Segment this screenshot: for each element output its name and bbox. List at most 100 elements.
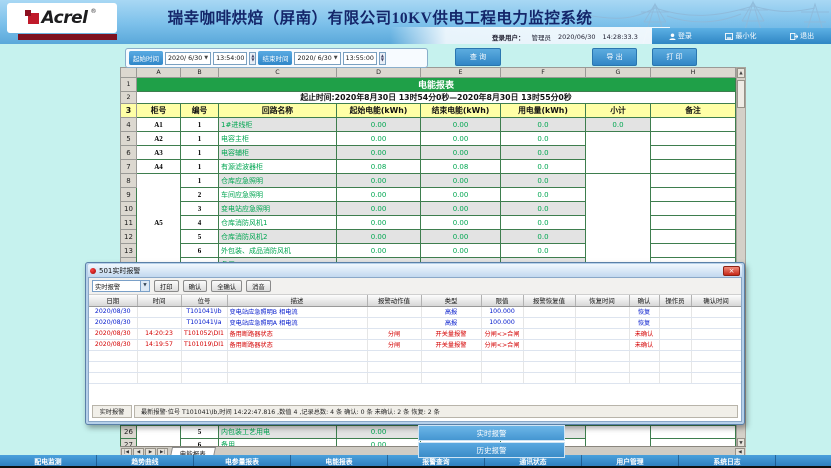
- subtotal-merged-cell[interactable]: [586, 132, 651, 174]
- bottom-nav-item-2[interactable]: 电参量报表: [194, 455, 291, 466]
- end-energy-cell[interactable]: 0.08: [421, 160, 501, 174]
- circuit-name-cell[interactable]: 1#进线柜: [219, 118, 337, 132]
- cabinet-cell[interactable]: A4: [137, 160, 181, 174]
- circuit-number-cell[interactable]: 1: [181, 160, 219, 174]
- alarm-col-header-9[interactable]: 确认: [629, 295, 659, 306]
- grid-corner-cell[interactable]: [121, 68, 137, 78]
- report-col-header-1[interactable]: 编号: [181, 104, 219, 118]
- usage-cell[interactable]: 0.0: [501, 202, 586, 216]
- start-time-stepper[interactable]: ▲▼: [249, 52, 256, 65]
- alarm-filter-dropdown[interactable]: 实时报警 ▼: [92, 280, 150, 292]
- usage-cell[interactable]: 0.0: [501, 188, 586, 202]
- cabinet-cell[interactable]: A1: [137, 118, 181, 132]
- report-col-header-2[interactable]: 回路名称: [219, 104, 337, 118]
- end-time-stepper[interactable]: ▲▼: [379, 52, 386, 65]
- remark-cell[interactable]: [651, 244, 736, 258]
- end-date-field[interactable]: 2020/ 6/30▼: [294, 52, 340, 65]
- circuit-name-cell[interactable]: 电容主柜: [219, 132, 337, 146]
- report-col-header-4[interactable]: 结束电能(kWh): [421, 104, 501, 118]
- circuit-name-cell[interactable]: 内包装工艺用电: [219, 426, 337, 439]
- alarm-row-2[interactable]: 2020/08/3014:20:23T101052\DI1备用断路器状态分闸开关…: [89, 328, 741, 339]
- report-col-header-3[interactable]: 起始电能(kWh): [337, 104, 421, 118]
- alarm-col-header-10[interactable]: 操作员: [659, 295, 691, 306]
- end-energy-cell[interactable]: 0.00: [421, 202, 501, 216]
- circuit-number-cell[interactable]: 1: [181, 118, 219, 132]
- start-energy-cell[interactable]: 0.08: [337, 160, 421, 174]
- minimize-button[interactable]: 最小化: [725, 31, 756, 41]
- alarm-col-header-7[interactable]: 报警恢复值: [523, 295, 575, 306]
- row-number[interactable]: 12: [121, 230, 137, 244]
- usage-cell[interactable]: 0.0: [501, 216, 586, 230]
- alarm-row-0[interactable]: 2020/08/30T101041\Ib变电站应急照明B 相电流高报100.00…: [89, 306, 741, 317]
- column-letter-H[interactable]: H: [651, 68, 736, 78]
- export-button[interactable]: 导 出: [592, 48, 637, 66]
- column-letter-G[interactable]: G: [586, 68, 651, 78]
- remark-cell[interactable]: [651, 132, 736, 146]
- cabinet-cell[interactable]: [137, 426, 181, 447]
- start-energy-cell[interactable]: 0.00: [337, 426, 421, 439]
- start-date-field[interactable]: 2020/ 6/30▼: [165, 52, 211, 65]
- start-energy-cell[interactable]: 0.00: [337, 174, 421, 188]
- print-button[interactable]: 打 印: [652, 48, 697, 66]
- circuit-number-cell[interactable]: 5: [181, 230, 219, 244]
- usage-cell[interactable]: 0.0: [501, 174, 586, 188]
- start-energy-cell[interactable]: 0.00: [337, 230, 421, 244]
- circuit-name-cell[interactable]: 外包装、成品消防风机: [219, 244, 337, 258]
- circuit-name-cell[interactable]: 有源滤波器柜: [219, 160, 337, 174]
- start-energy-cell[interactable]: 0.00: [337, 202, 421, 216]
- end-energy-cell[interactable]: 0.00: [421, 244, 501, 258]
- start-energy-cell[interactable]: 0.00: [337, 118, 421, 132]
- exit-button[interactable]: 退出: [790, 31, 814, 41]
- usage-cell[interactable]: 0.0: [501, 160, 586, 174]
- column-letter-F[interactable]: F: [501, 68, 586, 78]
- subtotal-merged-cell[interactable]: [586, 426, 651, 447]
- alarm-col-header-4[interactable]: 报警动作值: [367, 295, 421, 306]
- remark-cell[interactable]: [651, 118, 736, 132]
- bottom-nav-item-6[interactable]: 用户管理: [582, 455, 679, 466]
- bottom-nav-item-7[interactable]: 系统日志: [679, 455, 776, 466]
- row-number[interactable]: 13: [121, 244, 137, 258]
- bottom-nav-item-1[interactable]: 趋势曲线: [97, 455, 194, 466]
- circuit-name-cell[interactable]: 仓库消防风机1: [219, 216, 337, 230]
- circuit-name-cell[interactable]: 仓库应急照明: [219, 174, 337, 188]
- alarm-col-header-0[interactable]: 日期: [89, 295, 137, 306]
- menu-item-realtime-alarm[interactable]: 实时报警: [418, 425, 565, 441]
- row-number[interactable]: 4: [121, 118, 137, 132]
- remark-cell[interactable]: [651, 230, 736, 244]
- alarm-row-1[interactable]: 2020/08/30T101041\Ia变电站应急照明A 相电流高报100.00…: [89, 317, 741, 328]
- bottom-nav-item-3[interactable]: 电能报表: [291, 455, 388, 466]
- remark-cell[interactable]: [651, 439, 736, 447]
- alarm-col-header-2[interactable]: 位号: [181, 295, 227, 306]
- start-time-field[interactable]: 13:54:00: [213, 52, 247, 65]
- report-title[interactable]: 电能报表: [137, 78, 736, 92]
- column-letter-E[interactable]: E: [421, 68, 501, 78]
- circuit-number-cell[interactable]: 3: [181, 202, 219, 216]
- usage-cell[interactable]: 0.0: [501, 146, 586, 160]
- alarm-col-header-8[interactable]: 恢复时间: [575, 295, 629, 306]
- start-energy-cell[interactable]: 0.00: [337, 146, 421, 160]
- row-number[interactable]: 10: [121, 202, 137, 216]
- end-energy-cell[interactable]: 0.00: [421, 188, 501, 202]
- usage-cell[interactable]: 0.0: [501, 230, 586, 244]
- alarm-button-1[interactable]: 确认: [183, 280, 208, 292]
- alarm-col-header-6[interactable]: 限值: [481, 295, 523, 306]
- row-number[interactable]: 6: [121, 146, 137, 160]
- column-letter-B[interactable]: B: [181, 68, 219, 78]
- column-letter-D[interactable]: D: [337, 68, 421, 78]
- row-number[interactable]: 5: [121, 132, 137, 146]
- alarm-button-2[interactable]: 全确认: [211, 280, 242, 292]
- query-button[interactable]: 查 询: [455, 48, 501, 66]
- end-time-field[interactable]: 13:55:00: [343, 52, 377, 65]
- row-number[interactable]: 27: [121, 439, 137, 447]
- end-energy-cell[interactable]: 0.00: [421, 118, 501, 132]
- close-icon[interactable]: ×: [723, 266, 740, 276]
- circuit-number-cell[interactable]: 6: [181, 244, 219, 258]
- row-number[interactable]: 7: [121, 160, 137, 174]
- start-energy-cell[interactable]: 0.00: [337, 216, 421, 230]
- circuit-name-cell[interactable]: 备用: [219, 439, 337, 447]
- start-energy-cell[interactable]: 0.00: [337, 244, 421, 258]
- remark-cell[interactable]: [651, 202, 736, 216]
- usage-cell[interactable]: 0.0: [501, 118, 586, 132]
- column-letter-A[interactable]: A: [137, 68, 181, 78]
- report-col-header-7[interactable]: 备注: [651, 104, 736, 118]
